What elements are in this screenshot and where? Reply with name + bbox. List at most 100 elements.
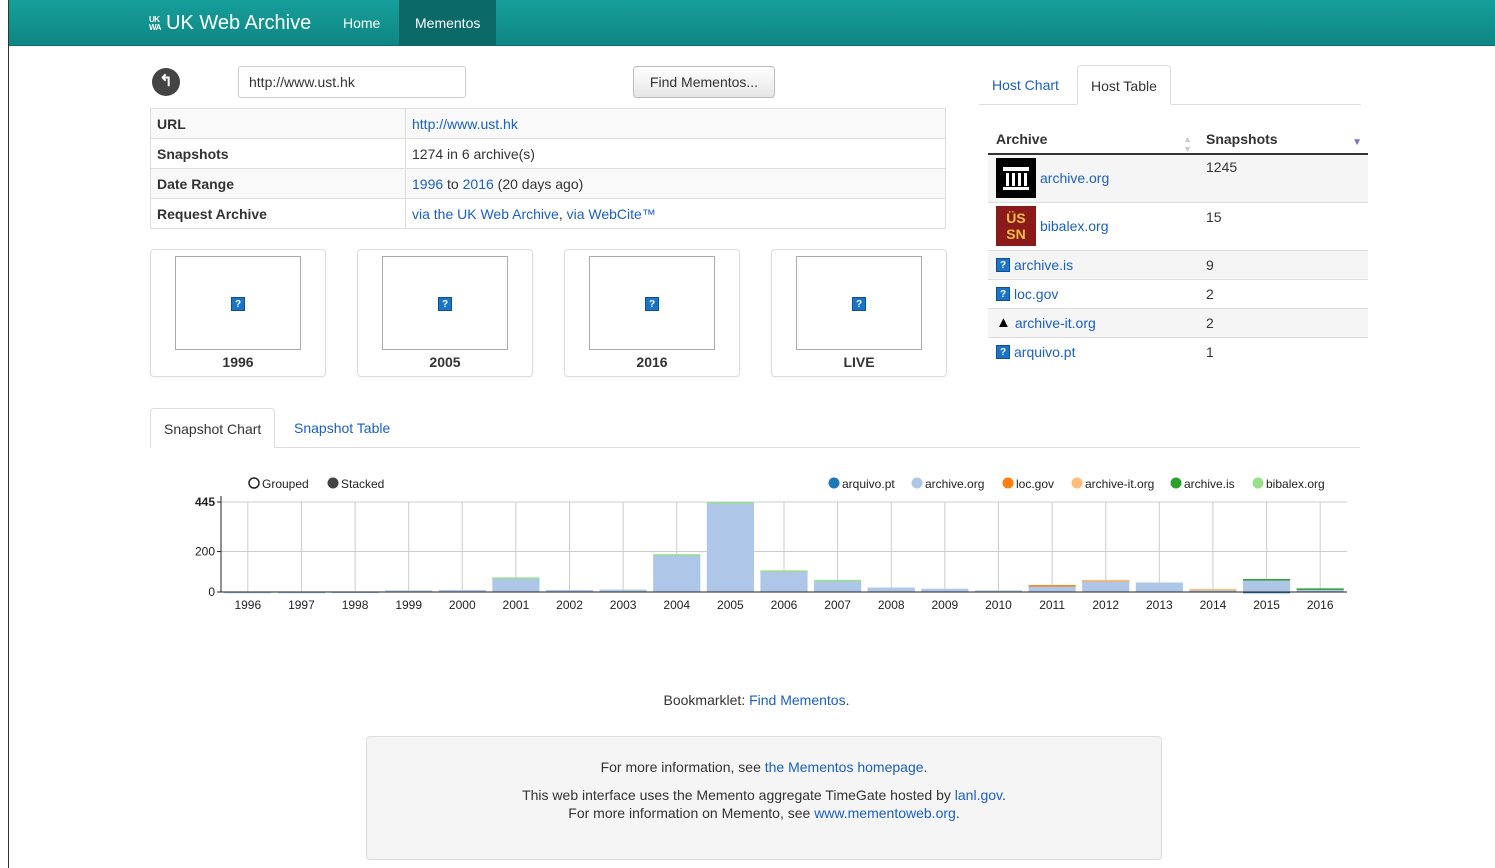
footer-info-box: For more information, see the Mementos h… [366, 736, 1162, 860]
bar-segment[interactable] [760, 570, 808, 572]
snapshot-count: 9 [1198, 249, 1368, 279]
bar-segment[interactable] [706, 503, 754, 592]
table-row: ? arquivo.pt 1 [988, 336, 1368, 366]
snapshot-count: 2 [1198, 278, 1368, 308]
archive-link[interactable]: archive-it.org [1015, 315, 1096, 331]
mementos-homepage-link[interactable]: the Mementos homepage [765, 759, 924, 775]
bookmarklet-link[interactable]: Find Mementos [749, 692, 845, 708]
bar-segment[interactable] [1028, 585, 1076, 587]
archive-link[interactable]: archive.org [1040, 170, 1109, 186]
x-tick-label: 2003 [610, 598, 637, 612]
x-tick-label: 2006 [771, 598, 798, 612]
thumbnail-label: 1996 [222, 354, 254, 370]
archive-link[interactable]: bibalex.org [1040, 218, 1109, 234]
legend-swatch [828, 477, 840, 489]
brand[interactable]: UK WA UK Web Archive [149, 12, 311, 35]
footer-text: For more information, see [600, 759, 765, 775]
x-tick-label: 2010 [985, 598, 1012, 612]
thumbnail-card[interactable]: ? LIVE [771, 249, 947, 377]
mode-stacked[interactable]: Stacked [327, 477, 385, 491]
legend-item[interactable]: archive.is [1170, 477, 1235, 491]
navbar: UK WA UK Web Archive Home Mementos [9, 0, 1495, 46]
x-tick-label: 2013 [1146, 598, 1173, 612]
thumbnail-image[interactable]: ? [175, 256, 301, 350]
tab-snapshot-chart[interactable]: Snapshot Chart [150, 408, 276, 448]
info-row-url: URL http://www.ust.hk [150, 108, 946, 139]
bar-segment[interactable] [1242, 579, 1291, 592]
legend-item[interactable]: arquivo.pt [828, 477, 896, 491]
range-end-link[interactable]: 2016 [463, 176, 494, 192]
x-tick-label: 2011 [1039, 598, 1065, 612]
archive-cell: ? archive.is [988, 249, 1198, 279]
bar-segment[interactable] [706, 502, 754, 504]
lanl-link[interactable]: lanl.gov [955, 787, 1002, 803]
x-tick-label: 1998 [342, 598, 369, 612]
archive-link[interactable]: arquivo.pt [1014, 344, 1075, 360]
archive-cell: ? arquivo.pt [988, 336, 1198, 366]
tab-snapshot-table[interactable]: Snapshot Table [281, 408, 403, 448]
range-start-link[interactable]: 1996 [412, 176, 443, 192]
x-tick-label: 2012 [1092, 598, 1119, 612]
bookmarklet-label: Bookmarklet: [663, 692, 750, 708]
host-table: Archive ▲ ▼ Snapshots ▼ archive.org 1245 ÜS… [988, 124, 1368, 366]
bar-segment[interactable] [814, 579, 862, 582]
request-ukwa-link[interactable]: via the UK Web Archive [412, 206, 559, 222]
bar-segment[interactable] [814, 580, 862, 592]
archive-cell: archive.org [988, 153, 1198, 202]
col-snapshots-header[interactable]: Snapshots ▼ [1198, 124, 1368, 155]
bar-segment[interactable] [492, 577, 540, 579]
thumbnail-label: LIVE [843, 354, 875, 370]
legend-item[interactable]: archive-it.org [1071, 477, 1155, 491]
mode-grouped[interactable]: Grouped [248, 477, 309, 491]
chart-legend: arquivo.pt archive.org loc.gov archive-it.o… [828, 477, 1325, 491]
nav-home[interactable]: Home [327, 0, 396, 46]
x-tick-label: 2000 [449, 598, 476, 612]
col-archive-header[interactable]: Archive ▲ ▼ [988, 124, 1198, 155]
nav-mementos[interactable]: Mementos [399, 0, 497, 46]
archive-org-pillars-icon [996, 158, 1036, 199]
bar-segment[interactable] [1296, 588, 1344, 590]
info-label: Request Archive [150, 198, 406, 229]
tab-host-chart[interactable]: Host Chart [979, 65, 1072, 105]
thumbnail-image[interactable]: ? [382, 256, 508, 350]
bar-segment[interactable] [653, 554, 701, 556]
bar-segment[interactable] [1082, 580, 1130, 592]
archive-link[interactable]: loc.gov [1014, 286, 1058, 302]
brand-name: UK Web Archive [166, 12, 312, 34]
info-value: http://www.ust.hk [405, 108, 946, 139]
thumbnail-image[interactable]: ? [796, 256, 922, 350]
legend-item[interactable]: loc.gov [1002, 477, 1055, 491]
bar-segment[interactable] [1082, 579, 1130, 582]
info-row-snapshots: Snapshots 1274 in 6 archive(s) [150, 138, 946, 169]
url-link[interactable]: http://www.ust.hk [412, 116, 518, 132]
bar-segment[interactable] [760, 570, 808, 592]
mementoweb-link[interactable]: www.mementoweb.org [814, 805, 956, 821]
bar-segment[interactable] [653, 554, 701, 592]
table-row: archive.org 1245 [988, 153, 1368, 202]
info-table: URL http://www.ust.hk Snapshots 1274 in … [150, 108, 946, 229]
bar-segment[interactable] [1189, 588, 1237, 591]
archive-link[interactable]: archive.is [1014, 257, 1073, 273]
legend-item[interactable]: bibalex.org [1252, 477, 1325, 491]
url-input[interactable] [238, 66, 466, 98]
table-row: ? loc.gov 2 [988, 278, 1368, 308]
bar-segment[interactable] [1242, 579, 1291, 581]
bar-segment[interactable] [492, 577, 540, 592]
bar-segment[interactable] [1135, 582, 1183, 592]
thumbnail-image[interactable]: ? [589, 256, 715, 350]
thumbnail-card[interactable]: ? 2005 [357, 249, 533, 377]
thumbnail-card[interactable]: ? 2016 [564, 249, 740, 377]
x-tick-label: 2009 [932, 598, 959, 612]
request-webcite-link[interactable]: via WebCite™ [567, 206, 656, 222]
question-icon: ? [996, 257, 1010, 272]
find-mementos-button[interactable]: Find Mementos... [633, 66, 775, 98]
legend-label: archive.is [1184, 477, 1235, 491]
legend-label: archive.org [925, 477, 984, 491]
snapshot-count: 1245 [1198, 153, 1368, 202]
thumbnail-card[interactable]: ? 1996 [150, 249, 326, 377]
table-row: ÜS SN bibalex.org 15 [988, 201, 1368, 250]
bar-segment[interactable] [867, 587, 915, 592]
tab-host-table[interactable]: Host Table [1077, 65, 1171, 105]
question-icon: ? [996, 344, 1010, 359]
legend-item[interactable]: archive.org [911, 477, 985, 491]
